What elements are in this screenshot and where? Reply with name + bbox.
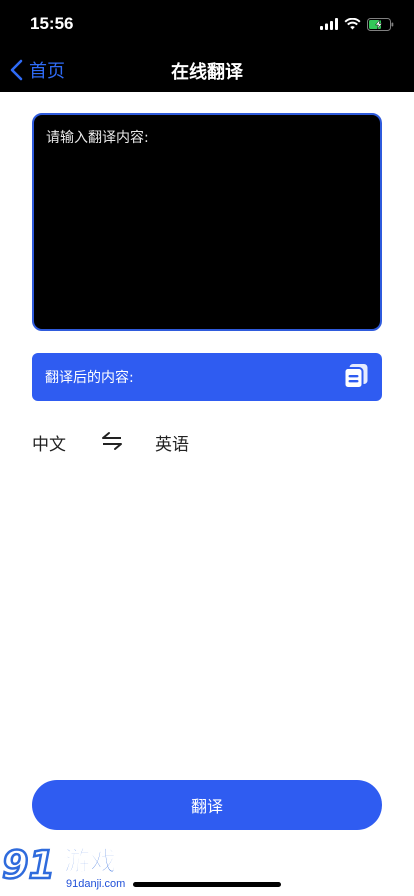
source-text-box (32, 113, 382, 331)
copy-icon[interactable] (342, 362, 370, 390)
watermark-url: 91danji.com (66, 878, 126, 890)
translate-button-label: 翻译 (190, 797, 223, 816)
swap-icon[interactable] (100, 430, 124, 452)
translation-output-box: 翻译后的内容: (32, 353, 382, 401)
wifi-icon (344, 18, 361, 30)
source-text-input[interactable] (44, 125, 370, 319)
status-icons (320, 16, 394, 32)
source-language[interactable]: 中文 (32, 430, 66, 455)
home-indicator (133, 882, 281, 887)
status-time: 15:56 (30, 14, 74, 33)
output-label: 翻译后的内容: (45, 370, 134, 386)
page-title: 在线翻译 (171, 62, 243, 83)
target-language[interactable]: 英语 (155, 430, 189, 455)
status-bar: 15:56 (0, 0, 414, 48)
translate-button[interactable]: 翻译 (32, 780, 382, 830)
nav-bar: 首页 在线翻译 (0, 48, 414, 92)
battery-charging-icon (367, 17, 394, 31)
cellular-signal-icon (320, 18, 338, 30)
svg-text:游戏: 游戏 (64, 847, 116, 877)
svg-text:91: 91 (2, 843, 55, 887)
